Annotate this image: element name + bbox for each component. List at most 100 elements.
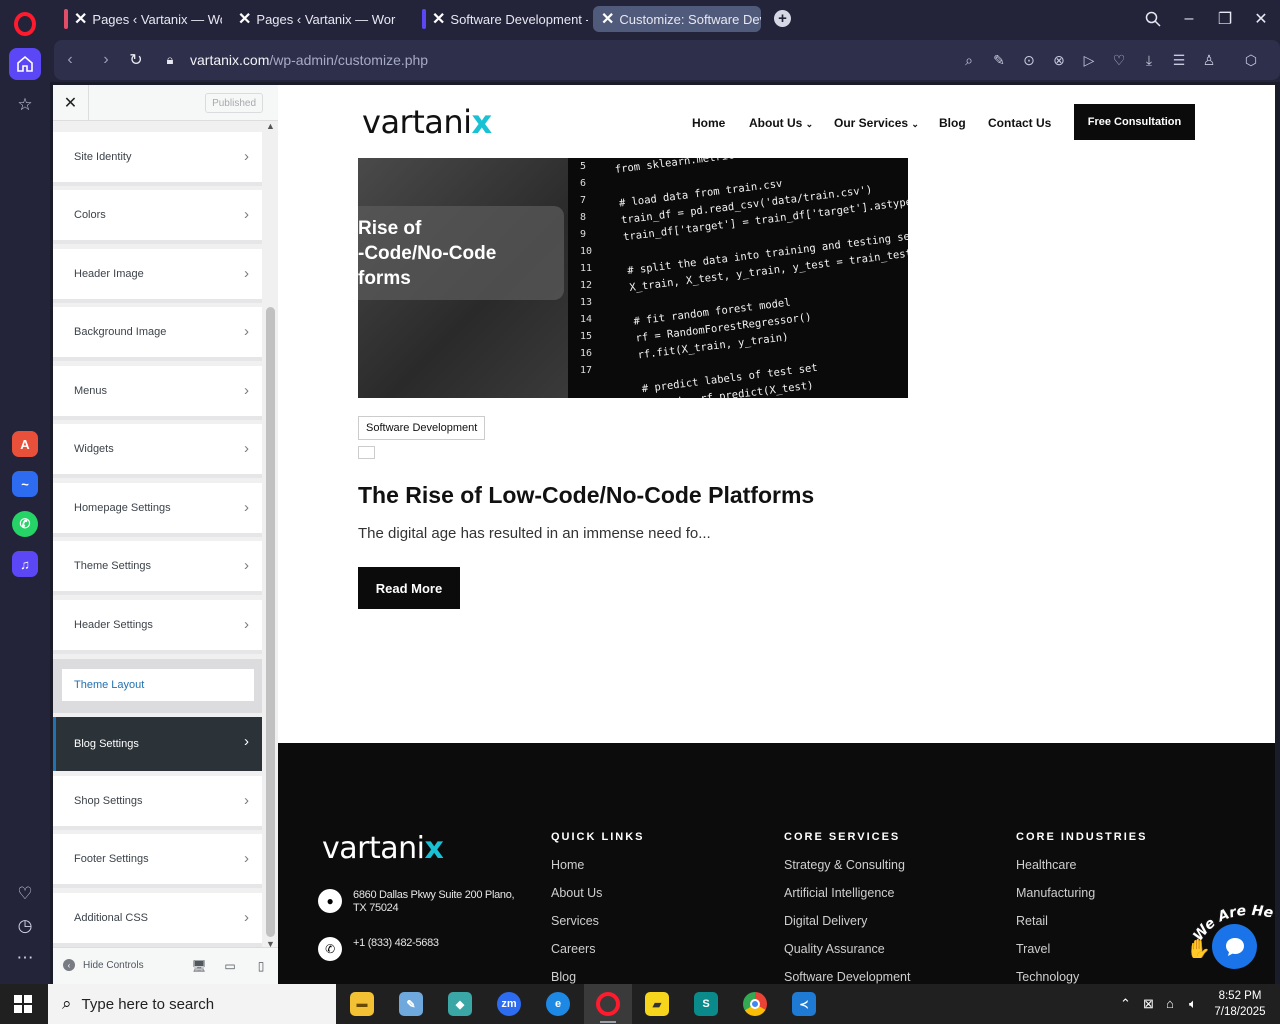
section-header-settings[interactable]: Header Settings › xyxy=(53,600,262,654)
heart-icon[interactable]: ♡ xyxy=(9,878,41,910)
nav-blog[interactable]: Blog xyxy=(939,116,966,130)
nav-home[interactable]: Home xyxy=(692,116,725,130)
star-bookmarks-icon[interactable]: ☆ xyxy=(9,89,41,121)
section-theme-layout[interactable]: Theme Layout xyxy=(53,659,262,713)
history-clock-icon[interactable]: ◷ xyxy=(9,910,41,942)
music-player-icon[interactable]: ♫ xyxy=(12,551,38,577)
footer-link[interactable]: Healthcare xyxy=(1016,858,1147,886)
send-arrow-icon[interactable]: ▷ xyxy=(1080,51,1098,69)
tab-software-development[interactable]: ✕ Software Development - V xyxy=(414,6,588,32)
section-colors[interactable]: Colors › xyxy=(53,190,262,244)
reload-icon[interactable]: ↻ xyxy=(126,50,146,70)
windows-start-icon[interactable] xyxy=(14,995,32,1018)
extensions-cube-icon[interactable]: ⬡ xyxy=(1242,51,1260,69)
section-header-image[interactable]: Header Image › xyxy=(53,249,262,303)
desktop-preview-icon[interactable]: 🖥︎ xyxy=(191,959,206,973)
section-homepage-settings[interactable]: Homepage Settings › xyxy=(53,483,262,537)
section-theme-settings[interactable]: Theme Settings › xyxy=(53,541,262,595)
paint-app-icon[interactable]: ✎ xyxy=(399,992,423,1016)
footer-phone[interactable]: ✆ +1 (833) 482-5683 xyxy=(318,937,439,961)
edit-page-icon[interactable]: ✎ xyxy=(990,51,1008,69)
app-diamond-icon[interactable]: ◆ xyxy=(448,992,472,1016)
footer-link[interactable]: Manufacturing xyxy=(1016,886,1147,914)
tablet-preview-icon[interactable]: ▭ xyxy=(223,959,237,973)
app-s-icon[interactable]: S xyxy=(694,992,718,1016)
close-window-icon[interactable]: ✕ xyxy=(1249,8,1273,30)
scrollbar-thumb[interactable] xyxy=(266,307,275,937)
lens-search-icon[interactable]: ⌕ xyxy=(960,51,978,69)
footer-link[interactable]: Artificial Intelligence xyxy=(784,886,910,914)
section-shop-settings[interactable]: Shop Settings › xyxy=(53,776,262,830)
nav-about-us[interactable]: About Us ⌄ xyxy=(749,116,813,130)
chrome-browser-icon[interactable] xyxy=(743,992,767,1016)
mobile-preview-icon[interactable]: ▯ xyxy=(254,959,268,973)
edge-browser-icon[interactable]: e xyxy=(546,992,570,1016)
sticky-notes-icon[interactable]: ▰ xyxy=(645,992,669,1016)
category-tag[interactable]: Software Development xyxy=(358,416,486,440)
profile-icon[interactable]: ♙ xyxy=(1200,51,1218,69)
chat-open-button[interactable] xyxy=(1212,924,1257,969)
section-blog-settings[interactable]: Blog Settings › xyxy=(53,717,262,771)
tab-pages-2[interactable]: ✕ Pages ‹ Vartanix — WordP xyxy=(230,6,396,32)
nav-contact-us[interactable]: Contact Us xyxy=(988,116,1051,130)
footer-link[interactable]: Retail xyxy=(1016,914,1147,942)
lock-icon[interactable]: 🔒︎ xyxy=(160,50,180,70)
free-consultation-button[interactable]: Free Consultation xyxy=(1074,104,1195,140)
footer-link[interactable]: Careers xyxy=(551,942,645,970)
network-alert-icon[interactable]: ⊠ xyxy=(1143,996,1154,1012)
restore-icon[interactable]: ❐ xyxy=(1213,8,1237,30)
downloads-icon[interactable]: ⤓ xyxy=(1140,51,1158,69)
url-input[interactable]: vartanix.com/wp-admin/customize.php xyxy=(190,52,428,68)
opera-logo-icon[interactable] xyxy=(14,12,36,36)
section-menus[interactable]: Menus › xyxy=(53,366,262,420)
post-featured-image[interactable]: Rise of -Code/No-Code forms 5 6 7 8 9 10 11 12 1… xyxy=(358,158,908,398)
tray-chevron-up-icon[interactable]: ⌃ xyxy=(1120,996,1131,1012)
vscode-icon[interactable]: ≺ xyxy=(792,992,816,1016)
footer-link[interactable]: Quality Assurance xyxy=(784,942,910,970)
system-clock[interactable]: 8:52 PM 7/18/2025 xyxy=(1208,988,1272,1020)
tab-search-icon[interactable] xyxy=(1141,8,1165,30)
section-background-image[interactable]: Background Image › xyxy=(53,307,262,361)
footer-link[interactable]: Travel xyxy=(1016,942,1147,970)
forward-icon[interactable]: › xyxy=(96,50,116,70)
footer-link[interactable]: Home xyxy=(551,858,645,886)
site-logo[interactable]: vartanix xyxy=(362,103,492,141)
post-title[interactable]: The Rise of Low-Code/No-Code Platforms xyxy=(358,482,814,509)
publish-button[interactable]: Published xyxy=(205,93,263,113)
new-tab-plus-icon[interactable]: + xyxy=(774,10,791,27)
footer-link[interactable]: Blog xyxy=(551,970,645,984)
hide-controls-button[interactable]: ‹ Hide Controls xyxy=(63,959,144,971)
heart-favorite-icon[interactable]: ♡ xyxy=(1110,51,1128,69)
close-customizer-icon[interactable]: ✕ xyxy=(53,85,89,121)
wifi-network-icon[interactable]: ⌂ xyxy=(1166,996,1174,1011)
footer-logo[interactable]: vartanix xyxy=(322,831,444,866)
home-icon[interactable] xyxy=(9,48,41,80)
read-more-button[interactable]: Read More xyxy=(358,567,460,609)
easy-setup-icon[interactable]: ☰ xyxy=(1170,51,1188,69)
footer-link[interactable]: Software Development xyxy=(784,970,910,984)
footer-link[interactable]: About Us xyxy=(551,886,645,914)
section-additional-css[interactable]: Additional CSS › xyxy=(53,893,262,947)
minimize-icon[interactable]: – xyxy=(1177,8,1201,30)
section-widgets[interactable]: Widgets › xyxy=(53,424,262,478)
scroll-up-icon[interactable]: ▲ xyxy=(266,121,275,131)
footer-link[interactable]: Services xyxy=(551,914,645,942)
footer-link[interactable]: Strategy & Consulting xyxy=(784,858,910,886)
aria-ai-icon[interactable]: A xyxy=(12,431,38,457)
section-site-identity[interactable]: Site Identity › xyxy=(53,132,262,186)
footer-link[interactable]: Digital Delivery xyxy=(784,914,910,942)
ad-block-icon[interactable]: ⊗ xyxy=(1050,51,1068,69)
tab-customize[interactable]: ✕ Customize: Software Deve xyxy=(593,6,761,32)
zoom-app-icon[interactable]: zm xyxy=(497,992,521,1016)
preview-scrollbar[interactable] xyxy=(1275,85,1280,984)
nav-our-services[interactable]: Our Services ⌄ xyxy=(834,116,919,130)
whatsapp-icon[interactable]: ✆ xyxy=(12,511,38,537)
messenger-icon[interactable]: ~ xyxy=(12,471,38,497)
section-footer-settings[interactable]: Footer Settings › xyxy=(53,834,262,888)
footer-link[interactable]: Technology xyxy=(1016,970,1147,984)
file-explorer-icon[interactable]: ▬ xyxy=(350,992,374,1016)
customizer-scrollbar[interactable]: ▲ ▼ xyxy=(264,121,278,949)
volume-icon[interactable]: 🔈︎ xyxy=(1189,996,1197,1012)
opera-browser-icon[interactable] xyxy=(596,992,620,1016)
taskbar-search-input[interactable]: ⌕ Type here to search xyxy=(48,984,336,1024)
